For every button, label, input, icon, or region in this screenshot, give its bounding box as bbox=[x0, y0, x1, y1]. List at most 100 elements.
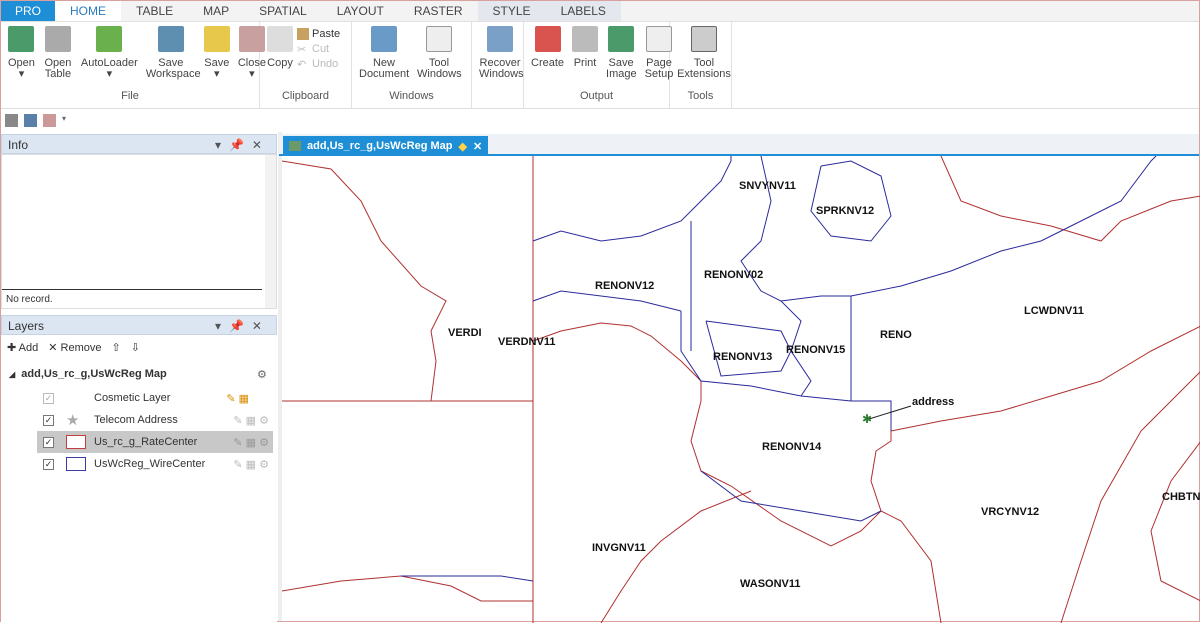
info-title: Info bbox=[8, 138, 29, 152]
scissors-icon: ✂ bbox=[297, 44, 307, 56]
map-label: SPRKNV12 bbox=[816, 205, 875, 217]
layers-panel: ✚ Add ✕ Remove ⇧ ⇩ ◢ add,Us_rc_g,UsWcReg… bbox=[1, 335, 277, 623]
tab-map[interactable]: MAP bbox=[188, 1, 244, 21]
map-label: RENONV13 bbox=[713, 351, 773, 363]
layer-wire-center[interactable]: ✓ UsWcReg_WireCenter ✎ ▦ ⚙ bbox=[37, 453, 273, 475]
open-table-qat-icon[interactable] bbox=[5, 114, 18, 127]
map-label: VERDNV11 bbox=[498, 336, 556, 348]
layer-tools-icon[interactable]: ✎ ▦ ⚙ bbox=[233, 458, 269, 471]
pdf-icon bbox=[534, 26, 561, 52]
page-setup-icon bbox=[646, 26, 673, 52]
layers-panel-header: Layers ▾📌✕ bbox=[1, 315, 277, 335]
tool-extensions-icon bbox=[691, 26, 717, 52]
layer-checkbox[interactable]: ✓ bbox=[43, 392, 54, 404]
map-name: add,Us_rc_g,UsWcReg Map bbox=[21, 368, 167, 380]
add-layer-button[interactable]: ✚ Add bbox=[7, 341, 38, 354]
map-canvas[interactable]: ✱ SNVYNV11 SPRKNV12 RENONV02 RENONV12 LC… bbox=[282, 156, 1200, 623]
tab-style[interactable]: STYLE bbox=[477, 1, 546, 21]
tools-group-label: Tools bbox=[687, 90, 714, 102]
polygon-symbol-icon bbox=[66, 435, 86, 449]
layer-cosmetic[interactable]: ✓ Cosmetic Layer ✎ ▦ bbox=[37, 387, 273, 409]
save-workspace-icon bbox=[157, 26, 184, 52]
tool-windows-label: Tool Windows bbox=[417, 57, 462, 80]
layer-name: Us_rc_g_RateCenter bbox=[94, 436, 198, 448]
open-table-icon bbox=[44, 26, 71, 52]
layer-checkbox[interactable]: ✓ bbox=[43, 458, 54, 470]
tab-home[interactable]: HOME bbox=[55, 1, 122, 21]
close-qat-icon[interactable] bbox=[43, 114, 56, 127]
close-tab-icon[interactable]: ✕ bbox=[473, 140, 482, 153]
move-up-icon[interactable]: ⇧ bbox=[112, 341, 121, 354]
quick-access-toolbar: ▾ bbox=[1, 110, 79, 132]
collapse-icon[interactable]: ◢ bbox=[9, 370, 15, 379]
info-scrollbar[interactable] bbox=[265, 155, 276, 308]
tools-group: Tool Extensions Tools bbox=[670, 22, 732, 108]
map-label: RENONV14 bbox=[762, 441, 822, 453]
recover-windows-button[interactable]: Recover Windows bbox=[475, 26, 525, 108]
windows-group: New Document Tool Windows Windows bbox=[352, 22, 472, 108]
tab-raster[interactable]: RASTER bbox=[399, 1, 478, 21]
layer-telecom-address[interactable]: ✓ ★ Telecom Address ✎ ▦ ⚙ bbox=[37, 409, 273, 431]
file-group: Open ▾ Open Table AutoLoader ▾ Save Worksp… bbox=[1, 22, 266, 108]
map-label: RENO bbox=[880, 329, 912, 341]
customize-qat-icon[interactable]: ▾ bbox=[62, 114, 75, 127]
map-label: VRCYNV12 bbox=[981, 506, 1040, 518]
recover-windows-label: Recover Windows bbox=[479, 57, 524, 80]
layer-checkbox[interactable]: ✓ bbox=[43, 436, 54, 448]
map-label: SNVYNV11 bbox=[739, 180, 796, 192]
map-label: WASONV11 bbox=[740, 578, 801, 590]
cut-button[interactable]: ✂ Cut bbox=[297, 43, 340, 56]
panel-controls[interactable]: ▾📌✕ bbox=[215, 319, 270, 333]
map-icon bbox=[289, 141, 301, 151]
undo-button[interactable]: ↶ Undo bbox=[297, 58, 340, 71]
save-qat-icon[interactable] bbox=[24, 114, 37, 127]
layer-checkbox[interactable]: ✓ bbox=[43, 414, 54, 426]
file-group-label: File bbox=[121, 90, 139, 102]
print-label: Print bbox=[573, 57, 597, 69]
pin-icon[interactable]: ◆ bbox=[458, 140, 466, 153]
map-properties-icon[interactable]: ⚙ bbox=[257, 368, 267, 381]
address-leader-line bbox=[868, 405, 912, 420]
map-label: LCWDNV11 bbox=[1024, 305, 1084, 317]
paste-label: Paste bbox=[312, 28, 341, 40]
edit-icon[interactable]: ✎ ▦ bbox=[226, 392, 249, 405]
map-document-tab[interactable]: add,Us_rc_g,UsWcReg Map ◆ ✕ bbox=[283, 136, 489, 156]
layer-name: Cosmetic Layer bbox=[94, 392, 171, 404]
map-label: RENONV02 bbox=[704, 269, 764, 281]
panel-controls[interactable]: ▾📌✕ bbox=[215, 138, 270, 152]
tab-labels[interactable]: LABELS bbox=[545, 1, 621, 21]
info-panel: No record. bbox=[1, 154, 277, 309]
address-point-icon[interactable]: ✱ bbox=[862, 412, 872, 426]
output-group: Create Print Save Image Page Setup Outpu… bbox=[524, 22, 673, 108]
layer-name: Telecom Address bbox=[94, 414, 178, 426]
tab-spatial[interactable]: SPATIAL bbox=[244, 1, 322, 21]
copy-icon bbox=[267, 26, 293, 52]
ribbon-tabs: PRO HOME TABLE MAP SPATIAL LAYOUT RASTER… bbox=[1, 1, 1199, 22]
new-document-icon bbox=[371, 26, 397, 52]
move-down-icon[interactable]: ⇩ bbox=[131, 341, 140, 354]
paste-button[interactable]: Paste bbox=[297, 28, 340, 40]
layers-title: Layers bbox=[8, 319, 45, 333]
map-tab-title: add,Us_rc_g,UsWcReg Map bbox=[307, 140, 453, 152]
tab-pro[interactable]: PRO bbox=[1, 1, 56, 21]
save-workspace-label: Save Workspace bbox=[145, 57, 201, 80]
remove-layer-button[interactable]: ✕ Remove bbox=[48, 341, 101, 354]
map-label: RENONV15 bbox=[786, 344, 846, 356]
tool-extensions-label: Tool Extensions bbox=[677, 57, 731, 80]
layer-tools-icon[interactable]: ✎ ▦ ⚙ bbox=[233, 414, 269, 427]
layers-icon bbox=[96, 26, 123, 52]
floppy-icon bbox=[203, 26, 230, 52]
open-icon bbox=[8, 26, 35, 52]
open-table-label: Open Table bbox=[44, 57, 72, 80]
recover-windows-icon bbox=[487, 26, 513, 52]
layer-rate-center[interactable]: ✓ Us_rc_g_RateCenter ✎ ▦ ⚙ bbox=[37, 431, 273, 453]
info-status: No record. bbox=[6, 294, 53, 305]
cut-label: Cut bbox=[312, 43, 330, 55]
polygon-symbol-icon bbox=[66, 457, 86, 471]
clipboard-group: Copy Paste ✂ Cut ↶ Undo Clipboard bbox=[260, 22, 352, 108]
map-label: CHBTN bbox=[1162, 491, 1200, 503]
tab-table[interactable]: TABLE bbox=[121, 1, 188, 21]
layer-tools-icon[interactable]: ✎ ▦ ⚙ bbox=[233, 436, 269, 449]
tab-layout[interactable]: LAYOUT bbox=[322, 1, 399, 21]
map-tree-node[interactable]: ◢ add,Us_rc_g,UsWcReg Map bbox=[9, 368, 167, 380]
